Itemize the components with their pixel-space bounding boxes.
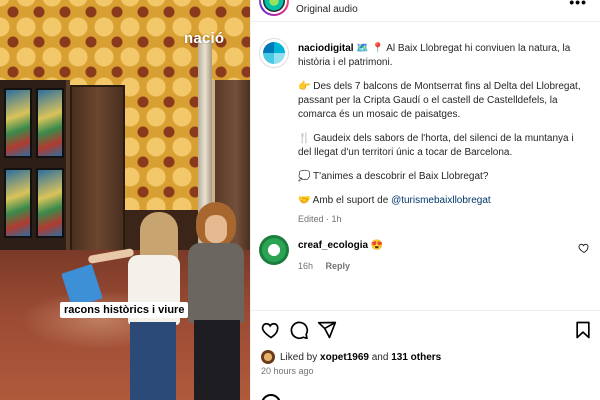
- like-comment-heart-icon[interactable]: [578, 242, 590, 254]
- post-media[interactable]: nació racons històrics i viure: [0, 0, 250, 400]
- caption-paragraph: 💭 T'animes a descobrir el Baix Llobregat…: [298, 171, 489, 182]
- likes-middle: and: [371, 351, 389, 363]
- woman-left-legs: [130, 322, 176, 400]
- woman-right-face: [205, 215, 227, 243]
- edited-meta: Edited · 1h: [298, 214, 342, 224]
- comment-icon[interactable]: [289, 320, 309, 340]
- post-details-panel: Original audio ••• naciodigital 🗺️ 📍 Al …: [250, 0, 600, 400]
- reply-author-avatar[interactable]: [259, 235, 289, 265]
- window-pane: [4, 88, 32, 158]
- wooden-door: [70, 85, 125, 255]
- heart-icon[interactable]: [261, 320, 281, 340]
- action-bar: [261, 320, 591, 342]
- post-header: Original audio •••: [251, 0, 600, 22]
- woman-right-body: [188, 243, 244, 323]
- brand-watermark: nació: [184, 30, 225, 47]
- reply-username[interactable]: creaf_ecologia: [298, 240, 368, 251]
- window-pane: [4, 168, 32, 238]
- reply-text: 😍: [370, 240, 384, 251]
- caption-username[interactable]: naciodigital: [298, 43, 354, 54]
- more-horizontal-icon[interactable]: •••: [569, 0, 587, 10]
- share-icon[interactable]: [317, 320, 337, 340]
- author-avatar[interactable]: [259, 0, 289, 16]
- divider: [251, 310, 600, 311]
- comment: creaf_ecologia 😍 16h Reply: [298, 239, 558, 273]
- reply-button[interactable]: Reply: [326, 261, 351, 271]
- post-caption: naciodigital 🗺️ 📍 Al Baix Llobregat hi c…: [298, 42, 588, 226]
- liker-avatar[interactable]: [261, 350, 275, 364]
- support-text: 🤝 Amb el suport de: [298, 195, 392, 206]
- likes-count[interactable]: 131 others: [391, 352, 441, 363]
- window-pane: [36, 88, 64, 158]
- post-timestamp[interactable]: 20 hours ago: [261, 366, 314, 376]
- likes-summary: Liked by xopet1969 and 131 others: [261, 350, 441, 364]
- stained-glass-window: [0, 80, 70, 250]
- caption-author-avatar[interactable]: [259, 38, 289, 68]
- video-caption: racons històrics i viure: [60, 302, 189, 318]
- emoji-icon[interactable]: [261, 394, 281, 400]
- woman-right-legs: [194, 320, 240, 400]
- audio-label[interactable]: Original audio: [296, 4, 358, 15]
- likes-prefix: Liked by: [280, 351, 318, 363]
- caption-paragraph: 👉 Des dels 7 balcons de Montserrat fins …: [298, 81, 581, 120]
- caption-paragraph: 🍴 Gaudeix dels sabors de l'horta, del si…: [298, 133, 574, 158]
- window-pane: [36, 168, 64, 238]
- mention-link[interactable]: @turismebaixllobregat: [391, 195, 491, 206]
- reply-time: 16h: [298, 261, 314, 271]
- bookmark-icon[interactable]: [573, 320, 593, 340]
- liker-username[interactable]: xopet1969: [320, 352, 369, 363]
